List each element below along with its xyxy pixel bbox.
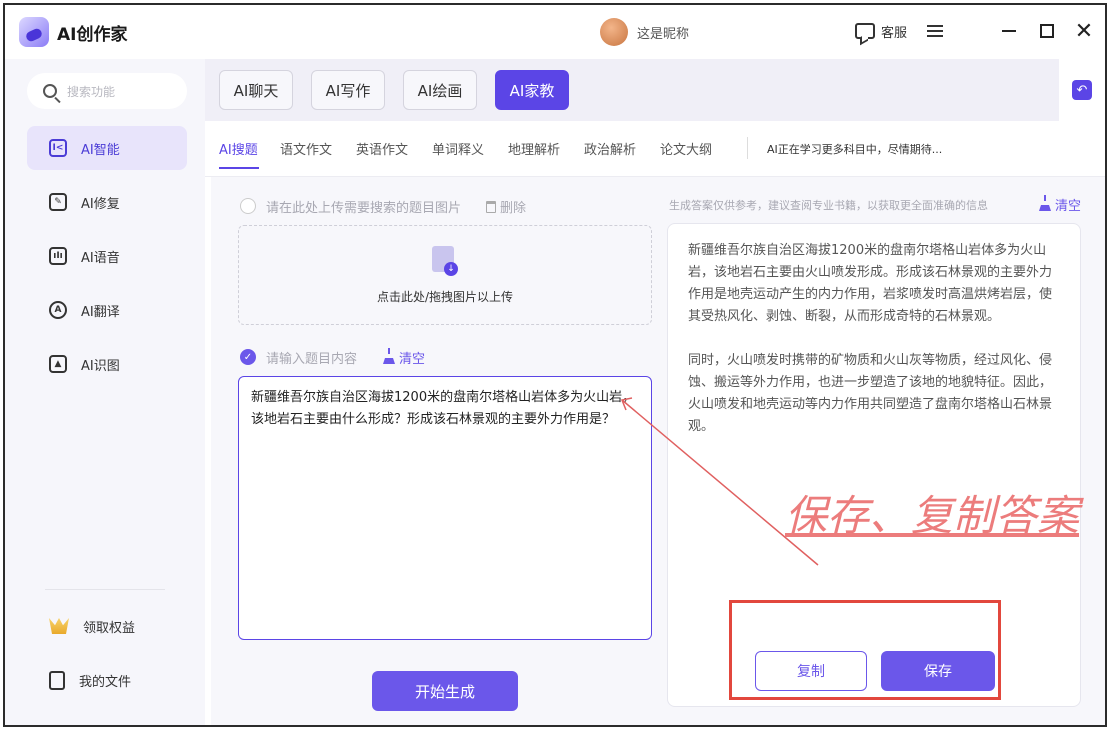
- question-textarea[interactable]: 新疆维吾尔族自治区海拔1200米的盘南尔塔格山岩体多为火山岩，该地岩石主要由什么…: [238, 376, 652, 640]
- upload-mode-radio[interactable]: [240, 198, 256, 214]
- user-nickname[interactable]: 这是昵称: [637, 23, 689, 42]
- search-placeholder: 搜索功能: [67, 84, 116, 99]
- subtab-word-meaning[interactable]: 单词释义: [432, 139, 484, 158]
- app-logo-icon: [19, 17, 49, 47]
- clear-label: 清空: [1055, 199, 1082, 214]
- customer-service-button[interactable]: 客服: [855, 19, 907, 43]
- annotation-highlight-box: [729, 600, 1001, 700]
- sidebar-item-ai-recognize[interactable]: ▲ AI识图: [27, 342, 187, 386]
- sidebar-item-my-files[interactable]: 我的文件: [27, 658, 187, 702]
- annotation-text: 保存、复制答案: [785, 491, 1080, 540]
- voice-wave-icon: ıIı: [49, 247, 67, 265]
- avatar[interactable]: [600, 18, 628, 46]
- image-repair-icon: ✎: [49, 193, 67, 211]
- sidebar: 搜索功能 I< AI智能 ✎ AI修复 ıIı AI语音 A AI翻译 ▲ AI…: [5, 59, 205, 725]
- broom-icon: [383, 347, 395, 364]
- answer-paragraph-1: 新疆维吾尔族自治区海拔1200米的盘南尔塔格山岩体多为火山岩，该地岩石主要由火山…: [688, 243, 1053, 324]
- sidebar-item-label: 领取权益: [83, 620, 136, 636]
- maximize-icon: [1040, 24, 1054, 38]
- maximize-button[interactable]: [1035, 19, 1059, 43]
- sidebar-item-label: AI修复: [81, 196, 120, 212]
- tab-ai-drawing[interactable]: AI绘画: [403, 70, 477, 110]
- start-generate-button[interactable]: 开始生成: [372, 671, 518, 711]
- clear-answer-button[interactable]: 清空: [1039, 194, 1082, 214]
- delete-image-button[interactable]: 删除: [486, 197, 526, 216]
- sidebar-item-ai-smart[interactable]: I< AI智能: [27, 126, 187, 170]
- tab-ai-writing[interactable]: AI写作: [311, 70, 385, 110]
- app-title: AI创作家: [57, 25, 128, 45]
- subtab-ai-search[interactable]: AI搜题: [219, 139, 258, 158]
- sidebar-item-label: AI智能: [81, 142, 120, 158]
- menu-button[interactable]: [923, 19, 947, 43]
- upload-hint: 点击此处/拖拽图片以上传: [376, 290, 514, 304]
- image-recognize-icon: ▲: [49, 355, 67, 373]
- ai-chip-icon: I<: [49, 139, 67, 157]
- close-button[interactable]: ✕: [1072, 18, 1096, 44]
- sidebar-divider: [45, 589, 165, 590]
- subtab-chinese-essay[interactable]: 语文作文: [280, 139, 332, 158]
- tab-ai-tutor[interactable]: AI家教: [495, 70, 569, 110]
- minimize-button[interactable]: [997, 19, 1021, 43]
- subtab-english-essay[interactable]: 英语作文: [356, 139, 408, 158]
- answer-disclaimer: 生成答案仅供参考，建议查阅专业书籍，以获取更全面准确的信息: [669, 199, 988, 212]
- hamburger-icon: [927, 30, 943, 32]
- sidebar-item-ai-repair[interactable]: ✎ AI修复: [27, 180, 187, 224]
- subject-note: AI正在学习更多科目中，尽情期待...: [767, 143, 943, 156]
- top-tab-bar: AI聊天 AI写作 AI绘画 AI家教 ↶: [205, 59, 1105, 121]
- subtab-geography[interactable]: 地理解析: [508, 139, 560, 158]
- subtab-thesis-outline[interactable]: 论文大纲: [660, 139, 712, 158]
- sidebar-item-benefits[interactable]: 领取权益: [27, 604, 187, 648]
- chat-bubble-icon: [855, 23, 875, 39]
- active-tab-underline: [219, 167, 259, 169]
- clear-question-button[interactable]: 清空: [383, 347, 426, 367]
- trash-icon: [486, 200, 496, 213]
- title-bar: AI创作家 这是昵称 客服 ✕: [5, 5, 1105, 59]
- file-icon: [49, 670, 65, 690]
- sidebar-item-ai-translate[interactable]: A AI翻译: [27, 288, 187, 332]
- subtab-separator: [747, 137, 748, 159]
- clear-label: 清空: [399, 352, 426, 367]
- search-input[interactable]: 搜索功能: [27, 73, 187, 109]
- broom-icon: [1039, 194, 1051, 211]
- undo-icon: ↶: [1072, 80, 1092, 100]
- translate-icon: A: [49, 301, 67, 319]
- sidebar-item-label: 我的文件: [79, 674, 132, 690]
- delete-label: 删除: [500, 201, 527, 216]
- crown-icon: [49, 618, 69, 634]
- upload-label: 请在此处上传需要搜索的题目图片: [266, 201, 462, 216]
- subtab-politics[interactable]: 政治解析: [584, 139, 636, 158]
- close-icon: ✕: [1074, 18, 1094, 44]
- back-button[interactable]: ↶: [1059, 59, 1105, 121]
- answer-paragraph-2: 同时，火山喷发时携带的矿物质和火山灰等物质，经过风化、侵蚀、搬运等外力作用，也进…: [688, 353, 1053, 434]
- upload-image-icon: [432, 246, 458, 276]
- subject-tab-bar: AI搜题 语文作文 英语作文 单词释义 地理解析 政治解析 论文大纲 AI正在学…: [205, 121, 1105, 177]
- customer-service-label: 客服: [881, 25, 908, 41]
- sidebar-item-ai-voice[interactable]: ıIı AI语音: [27, 234, 187, 278]
- input-label: 请输入题目内容: [266, 352, 358, 367]
- tab-ai-chat[interactable]: AI聊天: [219, 70, 293, 110]
- sidebar-item-label: AI语音: [81, 250, 120, 266]
- text-mode-radio[interactable]: ✓: [240, 349, 256, 365]
- sidebar-item-label: AI识图: [81, 358, 120, 374]
- question-panel: 请在此处上传需要搜索的题目图片 删除 点击此处/拖拽图片以上传 ✓ 请输入题目内…: [211, 177, 659, 725]
- search-icon: [43, 84, 57, 98]
- sidebar-item-label: AI翻译: [81, 304, 120, 320]
- minimize-icon: [1002, 30, 1016, 32]
- image-upload-zone[interactable]: 点击此处/拖拽图片以上传: [238, 225, 652, 325]
